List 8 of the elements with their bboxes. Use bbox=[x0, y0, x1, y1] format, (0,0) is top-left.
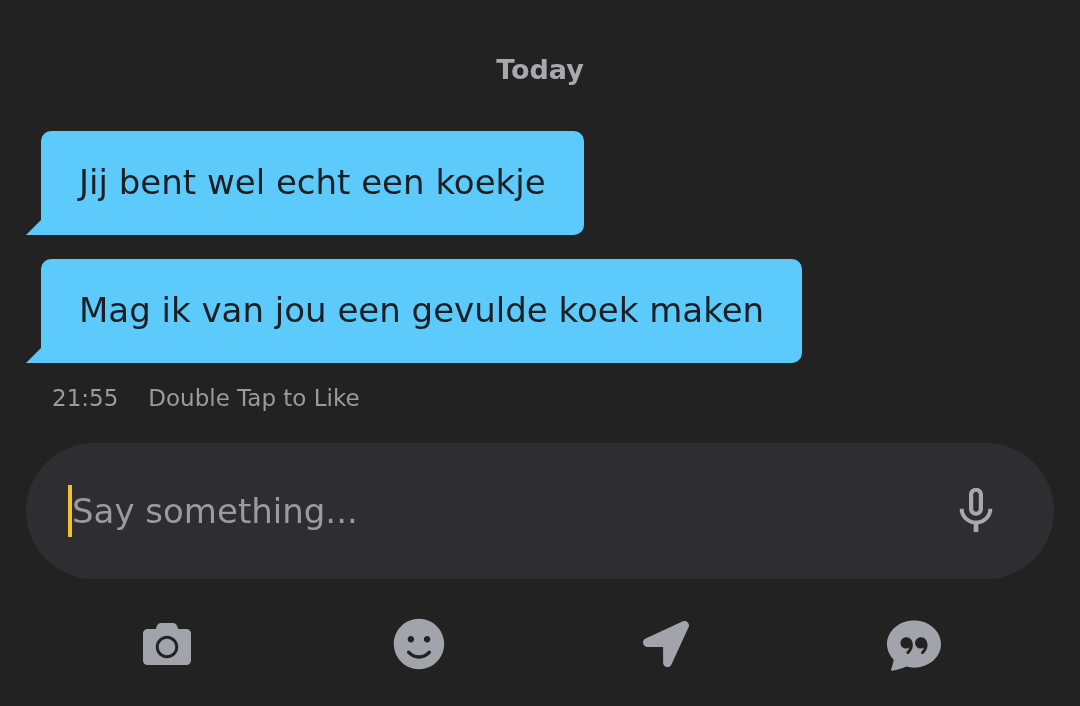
smiley-icon[interactable] bbox=[393, 618, 445, 670]
date-divider: Today bbox=[496, 53, 584, 87]
message-field[interactable]: Say something... bbox=[26, 443, 1054, 579]
message-time: 21:55 bbox=[52, 383, 119, 413]
quote-bubble-icon[interactable] bbox=[887, 617, 941, 671]
like-hint: Double Tap to Like bbox=[148, 383, 360, 413]
message-input[interactable]: Say something... bbox=[72, 485, 948, 537]
send-arrow-icon[interactable] bbox=[643, 621, 689, 667]
